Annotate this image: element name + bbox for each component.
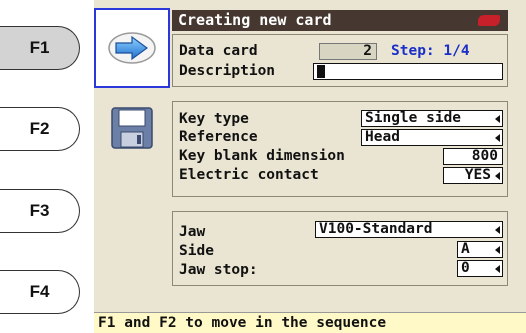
machine-screen: Creating new card Data card 2 Step: 1/4 …	[94, 0, 526, 333]
left-arrow-icon	[495, 246, 500, 254]
side-label: Side	[179, 243, 214, 259]
f4-key[interactable]: F4	[0, 270, 80, 314]
page-title: Creating new card	[178, 11, 332, 29]
key-settings-group: Key type Single side Reference Head Key …	[172, 101, 508, 197]
next-arrow-icon	[108, 32, 156, 64]
electric-contact-select[interactable]: YES	[443, 167, 503, 184]
reference-value: Head	[365, 129, 400, 145]
blank-dimension-input[interactable]: 800	[443, 148, 503, 165]
status-bar: F1 and F2 to move in the sequence	[94, 312, 526, 333]
save-button[interactable]	[94, 88, 170, 168]
step-indicator: Step: 1/4	[391, 43, 470, 59]
f2-key[interactable]: F2	[0, 107, 80, 151]
f1-key-label: F1	[29, 38, 50, 57]
save-floppy-icon	[111, 107, 153, 149]
electric-contact-label: Electric contact	[179, 167, 319, 183]
data-card-number: 2	[319, 43, 377, 60]
key-type-label: Key type	[179, 111, 249, 127]
side-value: A	[461, 241, 470, 257]
left-arrow-icon	[495, 226, 500, 234]
key-type-select[interactable]: Single side	[361, 110, 503, 127]
card-info-group: Data card 2 Step: 1/4 Description	[172, 34, 508, 87]
left-arrow-icon	[495, 134, 500, 142]
brand-logo	[478, 15, 500, 26]
jaw-settings-group: Jaw V100-Standard Side A Jaw stop: 0	[172, 211, 508, 286]
jaw-value: V100-Standard	[319, 221, 433, 237]
left-arrow-icon	[495, 265, 500, 273]
f3-key[interactable]: F3	[0, 189, 80, 233]
data-card-label: Data card	[179, 43, 258, 59]
title-bar: Creating new card	[172, 10, 508, 31]
f2-key-label: F2	[29, 119, 50, 138]
text-cursor	[317, 64, 325, 78]
f1-key[interactable]: F1	[0, 26, 80, 70]
jaw-select[interactable]: V100-Standard	[315, 221, 503, 238]
electric-contact-value: YES	[464, 167, 491, 183]
next-step-button[interactable]	[94, 8, 170, 88]
jaw-stop-label: Jaw stop:	[179, 262, 258, 278]
key-type-value: Single side	[365, 110, 462, 126]
description-label: Description	[179, 63, 276, 79]
jaw-stop-select[interactable]: 0	[457, 260, 503, 277]
blank-dimension-label: Key blank dimension	[179, 148, 345, 164]
side-select[interactable]: A	[457, 241, 503, 258]
f3-key-label: F3	[29, 201, 50, 220]
jaw-stop-value: 0	[461, 260, 470, 276]
reference-select[interactable]: Head	[361, 129, 503, 146]
status-message: F1 and F2 to move in the sequence	[98, 315, 387, 331]
jaw-label: Jaw	[179, 224, 206, 240]
f4-key-label: F4	[29, 282, 50, 301]
left-arrow-icon	[495, 115, 500, 123]
left-arrow-icon	[495, 172, 500, 180]
reference-label: Reference	[179, 129, 258, 145]
description-input[interactable]	[313, 63, 503, 80]
